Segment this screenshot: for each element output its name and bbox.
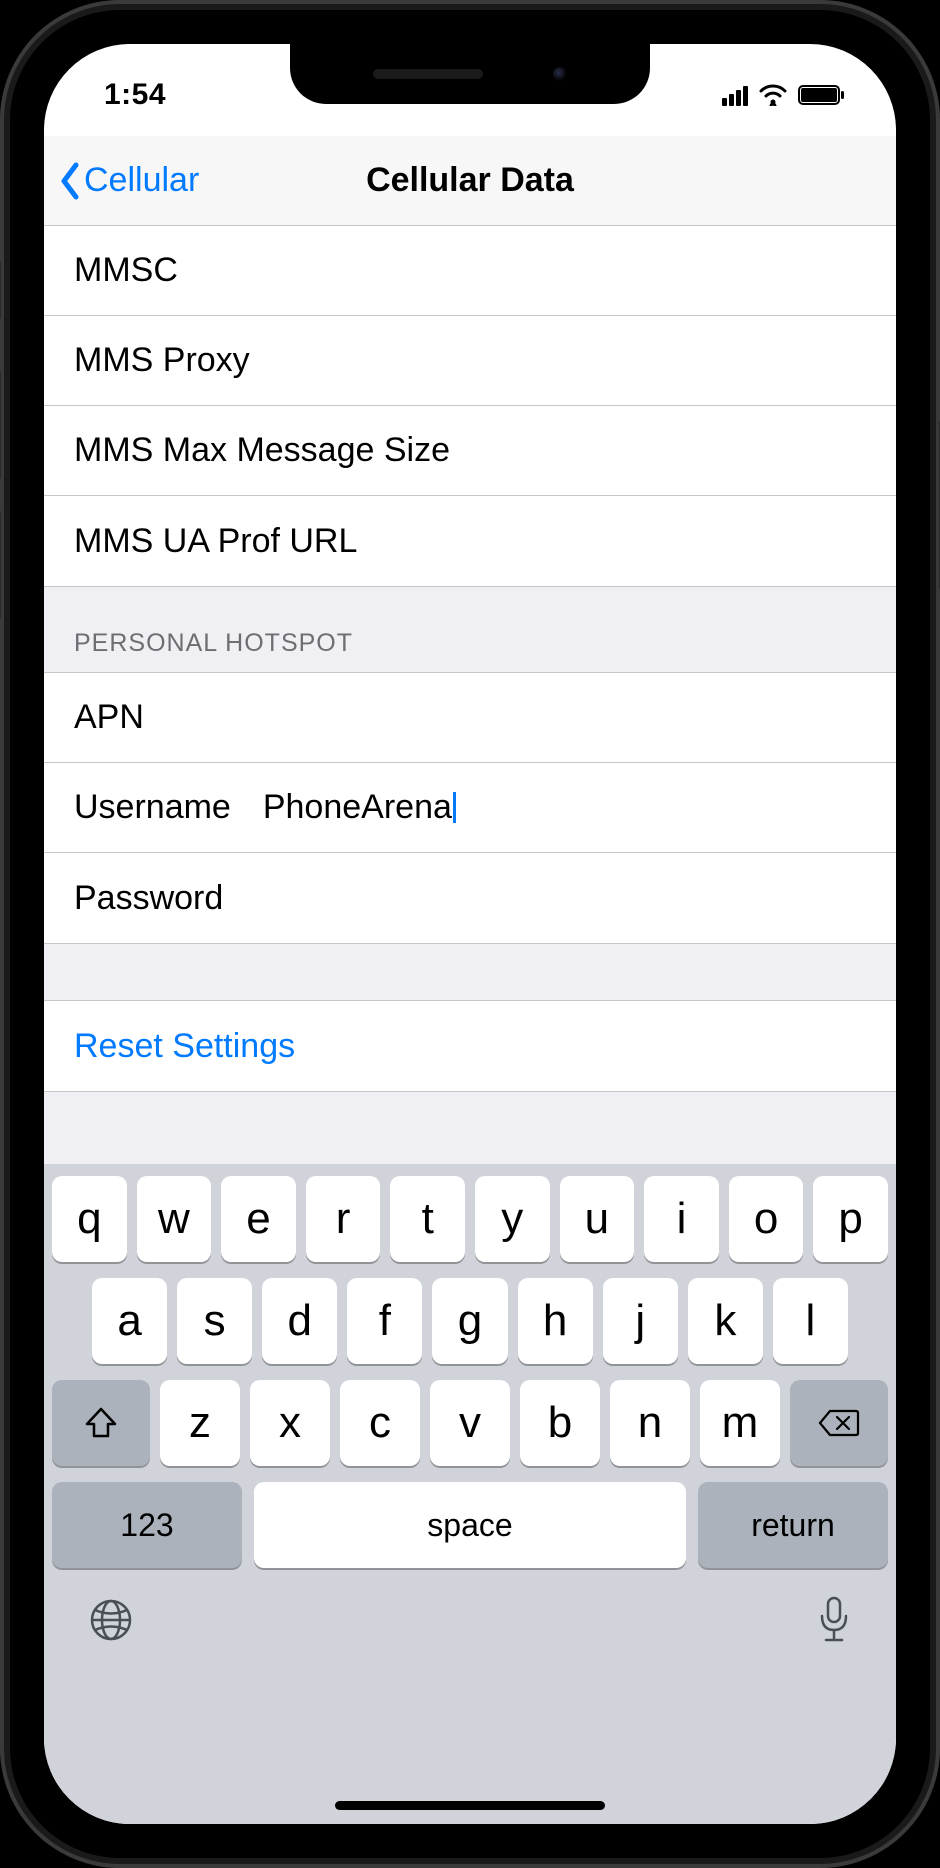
keyboard-row-3: z x c v b n m [52,1380,888,1466]
battery-icon [798,84,846,106]
key-o[interactable]: o [729,1176,804,1262]
shift-key[interactable] [52,1380,150,1466]
status-time: 1:54 [104,58,166,112]
password-field[interactable]: Password [44,853,896,943]
key-f[interactable]: f [347,1278,422,1364]
screen: 1:54 Cellular [44,44,896,1824]
globe-key[interactable] [86,1595,136,1650]
key-w[interactable]: w [137,1176,212,1262]
key-q[interactable]: q [52,1176,127,1262]
mmsc-field[interactable]: MMSC [44,226,896,316]
reset-settings-label: Reset Settings [74,1027,295,1066]
volume-down-button [0,510,1,620]
keyboard-row-1: q w e r t y u i o p [52,1176,888,1262]
back-label: Cellular [84,161,199,200]
key-i[interactable]: i [644,1176,719,1262]
hotspot-section-header: PERSONAL HOTSPOT [44,587,896,672]
mms-section: MMSC MMS Proxy MMS Max Message Size MMS … [44,226,896,587]
volume-up-button [0,370,1,480]
key-e[interactable]: e [221,1176,296,1262]
key-v[interactable]: v [430,1380,510,1466]
keyboard-bottom-row [52,1584,888,1651]
mms-ua-prof-field[interactable]: MMS UA Prof URL [44,496,896,586]
key-t[interactable]: t [390,1176,465,1262]
key-x[interactable]: x [250,1380,330,1466]
notch [290,44,650,104]
key-r[interactable]: r [306,1176,381,1262]
home-indicator[interactable] [335,1801,605,1810]
space-key[interactable]: space [254,1482,686,1568]
key-h[interactable]: h [518,1278,593,1364]
mms-proxy-field[interactable]: MMS Proxy [44,316,896,406]
username-field[interactable]: Username PhoneArena [44,763,896,853]
key-g[interactable]: g [432,1278,507,1364]
wifi-icon [758,84,788,106]
phone-frame: 1:54 Cellular [0,0,940,1868]
key-u[interactable]: u [560,1176,635,1262]
key-j[interactable]: j [603,1278,678,1364]
key-l[interactable]: l [773,1278,848,1364]
numbers-key[interactable]: 123 [52,1482,242,1568]
key-y[interactable]: y [475,1176,550,1262]
mms-max-size-field[interactable]: MMS Max Message Size [44,406,896,496]
username-label: Username [74,788,231,827]
chevron-left-icon [58,161,82,201]
key-z[interactable]: z [160,1380,240,1466]
settings-content: MMSC MMS Proxy MMS Max Message Size MMS … [44,226,896,1824]
reset-settings-button[interactable]: Reset Settings [44,1001,896,1091]
front-camera [553,67,567,81]
username-value: PhoneArena [263,788,452,827]
key-k[interactable]: k [688,1278,763,1364]
backspace-icon [818,1407,860,1439]
apn-label: APN [74,698,144,737]
key-n[interactable]: n [610,1380,690,1466]
key-b[interactable]: b [520,1380,600,1466]
microphone-icon [814,1594,854,1646]
mmsc-label: MMSC [74,251,178,290]
password-label: Password [74,879,223,918]
mute-switch [0,260,1,320]
key-s[interactable]: s [177,1278,252,1364]
hotspot-section: APN Username PhoneArena Password [44,672,896,944]
shift-icon [83,1406,119,1440]
mms-ua-prof-label: MMS UA Prof URL [74,522,357,561]
actions-section: Reset Settings [44,1000,896,1092]
earpiece [373,69,483,79]
page-title: Cellular Data [366,161,574,200]
key-p[interactable]: p [813,1176,888,1262]
dictation-key[interactable] [814,1594,854,1651]
cellular-signal-icon [722,84,748,106]
apn-field[interactable]: APN [44,673,896,763]
key-d[interactable]: d [262,1278,337,1364]
key-c[interactable]: c [340,1380,420,1466]
globe-icon [86,1595,136,1645]
backspace-key[interactable] [790,1380,888,1466]
key-a[interactable]: a [92,1278,167,1364]
mms-max-size-label: MMS Max Message Size [74,431,450,470]
navigation-bar: Cellular Cellular Data [44,136,896,226]
keyboard-row-4: 123 space return [52,1482,888,1568]
back-button[interactable]: Cellular [58,136,199,225]
keyboard-row-2: a s d f g h j k l [52,1278,888,1364]
return-key[interactable]: return [698,1482,888,1568]
mms-proxy-label: MMS Proxy [74,341,250,380]
keyboard: q w e r t y u i o p a s d [44,1164,896,1824]
key-m[interactable]: m [700,1380,780,1466]
